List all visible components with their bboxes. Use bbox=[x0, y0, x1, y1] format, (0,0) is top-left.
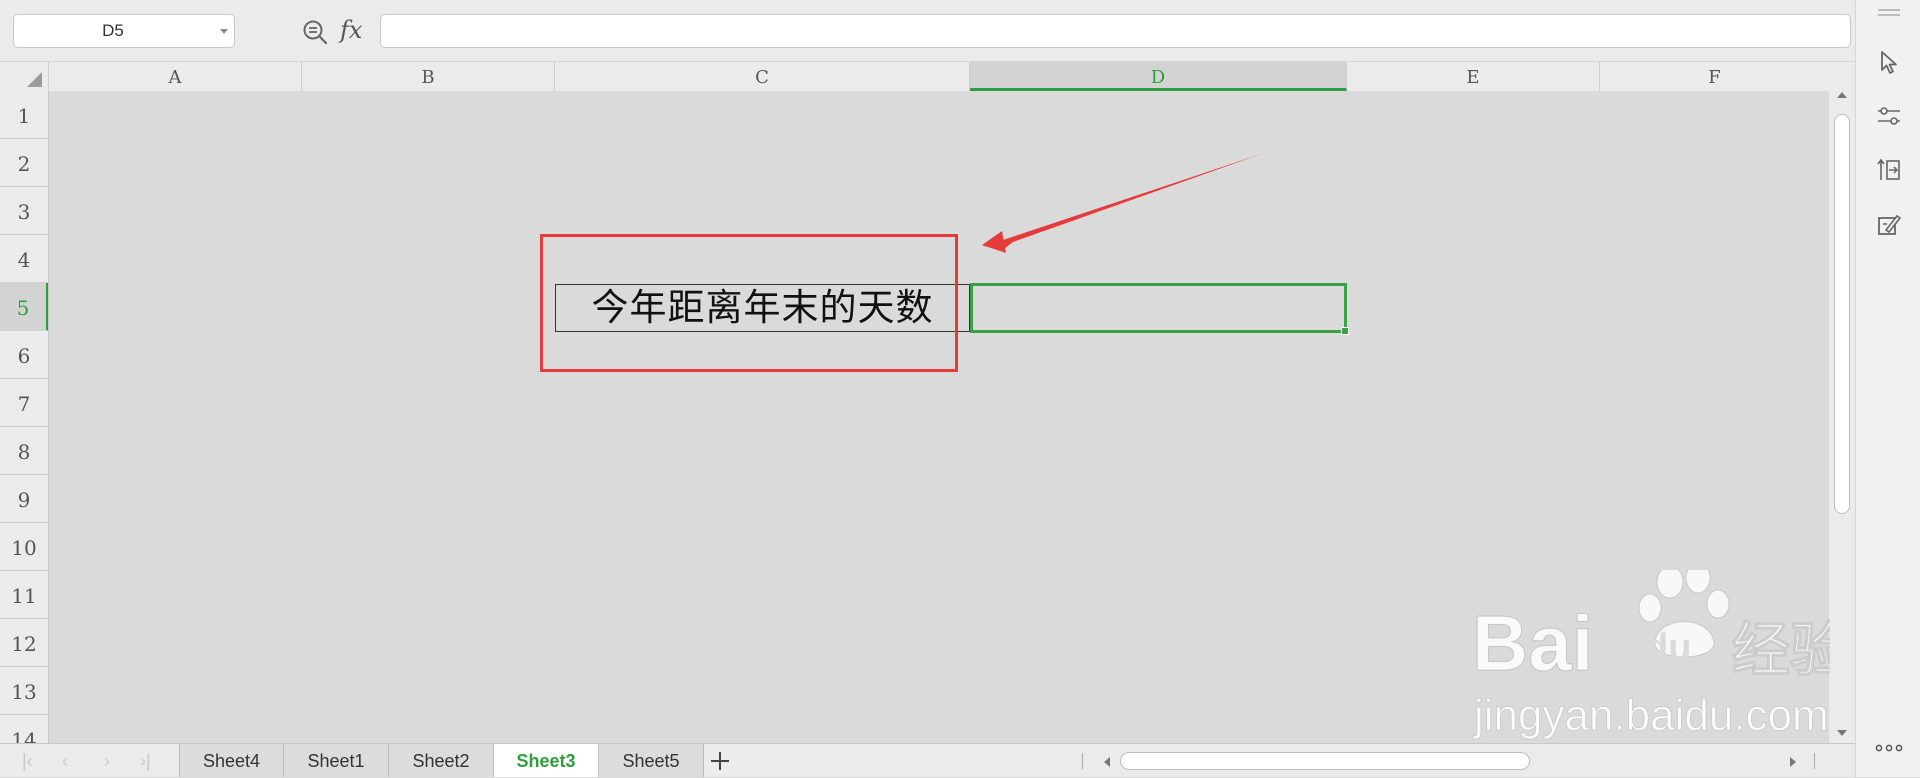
scroll-left-icon[interactable] bbox=[1104, 757, 1110, 767]
sheet-tab-sheet2[interactable]: Sheet2 bbox=[389, 744, 494, 777]
scroll-down-icon[interactable] bbox=[1837, 730, 1847, 736]
column-header-b[interactable]: B bbox=[302, 62, 555, 91]
select-all-button[interactable] bbox=[0, 62, 49, 91]
row-header-8[interactable]: 8 bbox=[0, 427, 48, 475]
annotation-highlight-box bbox=[540, 234, 958, 372]
horizontal-scrollbar[interactable] bbox=[1080, 750, 1818, 772]
formula-input[interactable] bbox=[380, 14, 1851, 48]
name-box-value: D5 bbox=[102, 21, 124, 40]
sheet-tab-sheet5[interactable]: Sheet5 bbox=[599, 744, 704, 777]
scroll-up-icon[interactable] bbox=[1837, 92, 1847, 98]
filter-sliders-icon[interactable] bbox=[1875, 102, 1903, 130]
prev-sheet-icon[interactable]: ‹ bbox=[62, 752, 76, 770]
row-header-4[interactable]: 4 bbox=[0, 235, 48, 283]
row-header-11[interactable]: 11 bbox=[0, 571, 48, 619]
cell-grid[interactable]: 今年距离年末的天数 bbox=[49, 91, 1829, 743]
row-header-12[interactable]: 12 bbox=[0, 619, 48, 667]
row-header-2[interactable]: 2 bbox=[0, 139, 48, 187]
column-header-e[interactable]: E bbox=[1347, 62, 1600, 91]
row-header-6[interactable]: 6 bbox=[0, 331, 48, 379]
add-sheet-icon[interactable] bbox=[710, 751, 730, 771]
panel-grip-icon[interactable] bbox=[1878, 9, 1900, 17]
next-sheet-icon[interactable]: › bbox=[104, 752, 118, 770]
row-header-13[interactable]: 13 bbox=[0, 667, 48, 715]
column-header-a[interactable]: A bbox=[49, 62, 302, 91]
row-header-5[interactable]: 5 bbox=[0, 283, 48, 331]
formula-bar: D5 fx bbox=[0, 0, 1855, 62]
column-headers: A B C D E F bbox=[0, 62, 1829, 92]
sheet-tab-sheet3[interactable]: Sheet3 bbox=[494, 744, 599, 777]
name-box[interactable]: D5 bbox=[13, 14, 235, 48]
scrollbar-divider[interactable] bbox=[1082, 753, 1083, 769]
select-all-icon bbox=[27, 72, 42, 87]
cell-d5-selected[interactable] bbox=[970, 283, 1349, 335]
right-side-panel bbox=[1855, 0, 1920, 777]
column-header-d[interactable]: D bbox=[970, 62, 1347, 91]
first-sheet-icon[interactable]: |‹ bbox=[22, 752, 36, 770]
row-header-3[interactable]: 3 bbox=[0, 187, 48, 235]
scroll-right-icon[interactable] bbox=[1790, 757, 1796, 767]
sheet-tab-sheet4[interactable]: Sheet4 bbox=[179, 744, 284, 777]
sort-icon[interactable] bbox=[1875, 156, 1903, 184]
annotation-arrow bbox=[982, 153, 1264, 253]
row-header-1[interactable]: 1 bbox=[0, 91, 48, 139]
vertical-scroll-thumb[interactable] bbox=[1834, 114, 1850, 514]
scrollbar-divider[interactable] bbox=[1814, 753, 1815, 769]
row-header-14[interactable]: 14 bbox=[0, 715, 48, 743]
vertical-scrollbar[interactable] bbox=[1829, 62, 1855, 743]
name-box-dropdown-icon[interactable] bbox=[220, 29, 228, 34]
row-header-7[interactable]: 7 bbox=[0, 379, 48, 427]
format-painter-icon[interactable] bbox=[1875, 210, 1903, 238]
sheet-tabs-bar: |‹ ‹ › ›| Sheet4 Sheet1 Sheet2 Sheet3 Sh… bbox=[0, 743, 1855, 777]
column-header-c[interactable]: C bbox=[555, 62, 970, 91]
row-header-10[interactable]: 10 bbox=[0, 523, 48, 571]
sheet-tab-sheet1[interactable]: Sheet1 bbox=[284, 744, 389, 777]
row-headers: 1 2 3 4 5 6 7 8 9 10 11 12 13 14 bbox=[0, 91, 49, 743]
function-icon[interactable]: fx bbox=[340, 14, 362, 46]
fill-handle[interactable] bbox=[1341, 327, 1349, 335]
row-header-9[interactable]: 9 bbox=[0, 475, 48, 523]
select-pointer-icon[interactable] bbox=[1875, 48, 1903, 76]
horizontal-scroll-thumb[interactable] bbox=[1120, 752, 1530, 770]
last-sheet-icon[interactable]: ›| bbox=[140, 752, 154, 770]
column-header-f[interactable]: F bbox=[1600, 62, 1829, 91]
zoom-out-icon[interactable] bbox=[301, 18, 329, 46]
more-options-icon[interactable] bbox=[1874, 742, 1904, 754]
